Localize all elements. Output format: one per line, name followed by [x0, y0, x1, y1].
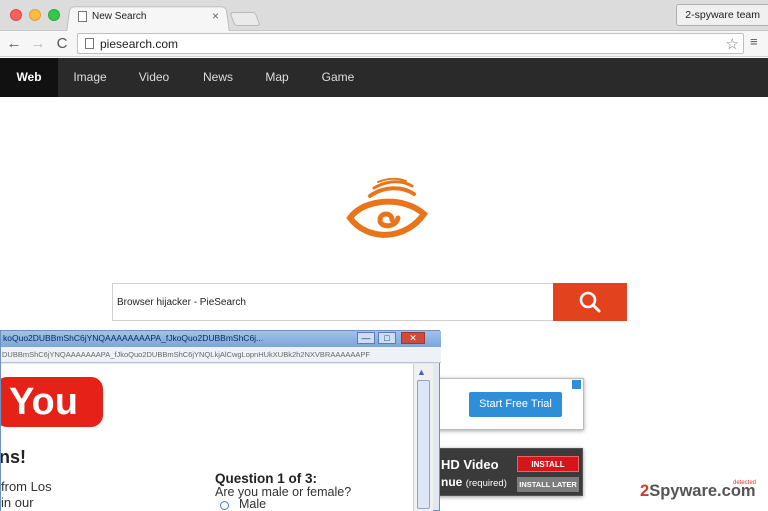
install-button[interactable]: INSTALL	[517, 456, 579, 472]
ad-info-icon[interactable]	[572, 380, 581, 389]
forward-arrow-icon[interactable]: →	[28, 34, 48, 54]
address-url: piesearch.com	[100, 37, 179, 51]
location-text-line1: from Los	[1, 479, 52, 494]
nav-web[interactable]: Web	[0, 58, 58, 97]
tab-close-icon[interactable]: ×	[212, 9, 219, 23]
ad-subtitle-main: nue	[441, 475, 463, 489]
ad-banner-trial: Start Free Trial	[437, 378, 584, 430]
location-text-line2: in our	[1, 495, 34, 510]
install-later-button[interactable]: INSTALL LATER	[517, 477, 579, 492]
minimize-window-button[interactable]	[29, 9, 41, 21]
profile-button[interactable]: 2-spyware team	[676, 4, 768, 26]
site-nav: Web Image Video News Map Game	[0, 58, 768, 97]
tab-content[interactable]: New Search ×	[72, 9, 222, 27]
page-icon	[85, 38, 94, 49]
search-input[interactable]	[112, 283, 553, 321]
page-icon	[78, 11, 87, 22]
question-title: Question 1 of 3:	[215, 471, 318, 486]
bookmark-star-icon[interactable]: ☆	[726, 35, 739, 53]
popup-titlebar[interactable]: koQuo2DUBBmShC6jYNQAAAAAAAAPA_fJkoQuo2DU…	[1, 331, 441, 347]
ad-banner-hd-video: HD Video nue (required) INSTALL INSTALL …	[437, 448, 583, 496]
search-icon	[579, 291, 601, 313]
ad-subtitle: nue (required)	[441, 475, 507, 489]
popup-content: You ns! from Los in our Question 1 of 3:…	[1, 364, 413, 511]
zoom-window-button[interactable]	[48, 9, 60, 21]
popup-title: koQuo2DUBBmShC6jYNQAAAAAAAAPA_fJkoQuo2DU…	[3, 333, 264, 343]
browser-toolbar: ← → C piesearch.com ☆ ≡	[0, 31, 768, 57]
back-arrow-icon[interactable]: ←	[4, 34, 24, 54]
congrats-heading: ns!	[1, 447, 26, 467]
address-bar[interactable]: piesearch.com ☆	[77, 33, 744, 54]
ad-required-note: (required)	[465, 478, 507, 489]
ad-title: HD Video	[441, 457, 499, 472]
video-site-logo: You	[1, 377, 103, 427]
nav-video[interactable]: Video	[128, 58, 180, 97]
popup-url-bar: DUBBmShC6jYNQAAAAAAAPA_fJkoQuo2DUBBmShC6…	[1, 347, 441, 363]
male-option-label[interactable]: Male	[239, 497, 266, 511]
popup-scrollbar[interactable]: ▲	[413, 364, 433, 511]
nav-image[interactable]: Image	[62, 58, 118, 97]
watermark-digit: 2	[640, 482, 650, 500]
popup-window: koQuo2DUBBmShC6jYNQAAAAAAAAPA_fJkoQuo2DU…	[0, 330, 441, 511]
popup-maximize-button[interactable]: □	[378, 332, 396, 344]
popup-minimize-button[interactable]: —	[357, 332, 375, 344]
reload-icon[interactable]: C	[52, 34, 72, 54]
scroll-thumb[interactable]	[417, 380, 430, 509]
tab-strip: New Search × 2-spyware team	[0, 0, 768, 33]
start-free-trial-button[interactable]: Start Free Trial	[469, 392, 562, 417]
watermark: 2Spyware.com detected	[640, 480, 762, 504]
piesearch-eye-logo	[346, 178, 428, 238]
menu-icon[interactable]: ≡	[750, 34, 758, 49]
question-text: Are you male or female?	[215, 485, 352, 499]
search-button[interactable]	[553, 283, 627, 321]
scroll-up-icon[interactable]: ▲	[417, 367, 426, 377]
nav-news[interactable]: News	[192, 58, 244, 97]
nav-map[interactable]: Map	[254, 58, 300, 97]
tab-title: New Search	[92, 11, 147, 22]
nav-game[interactable]: Game	[312, 58, 364, 97]
popup-close-button[interactable]: ✕	[401, 332, 425, 344]
male-radio[interactable]	[220, 501, 229, 510]
close-window-button[interactable]	[10, 9, 22, 21]
watermark-sup: detected	[733, 480, 757, 486]
new-tab-button[interactable]	[229, 12, 261, 26]
